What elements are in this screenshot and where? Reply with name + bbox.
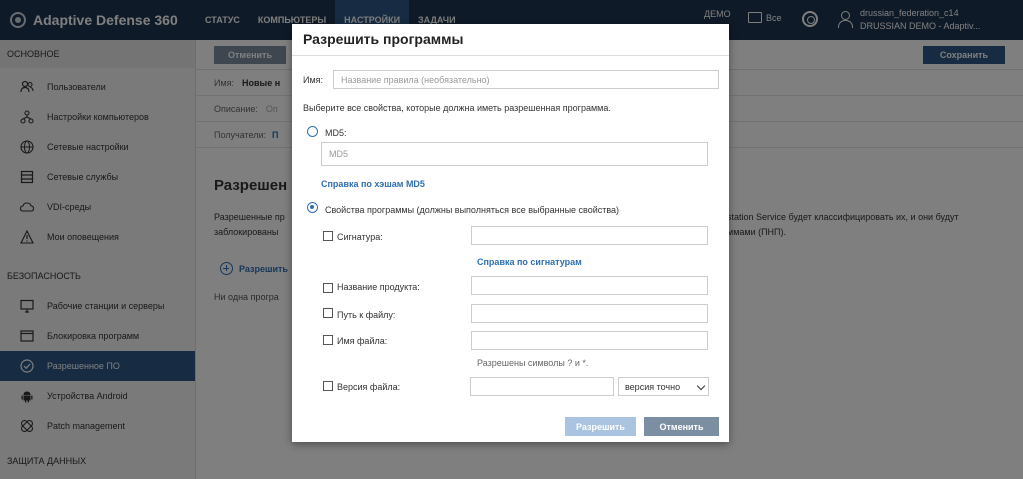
signature-checkbox[interactable] xyxy=(323,231,333,241)
allow-button[interactable]: Разрешить xyxy=(565,417,636,436)
instruction-text: Выберите все свойства, которые должна им… xyxy=(303,103,611,113)
dialog-cancel-button[interactable]: Отменить xyxy=(644,417,719,436)
file-version-input[interactable] xyxy=(470,377,614,396)
file-path-label: Путь к файлу: xyxy=(337,310,396,320)
file-path-checkbox[interactable] xyxy=(323,308,333,318)
product-name-input[interactable] xyxy=(471,276,708,295)
allow-programs-dialog: Разрешить программы Имя: Название правил… xyxy=(292,24,729,442)
dialog-divider xyxy=(292,55,729,56)
file-name-input[interactable] xyxy=(471,331,708,350)
program-properties-radio[interactable] xyxy=(307,202,318,213)
signature-label: Сигнатура: xyxy=(337,232,383,242)
file-name-checkbox[interactable] xyxy=(323,335,333,345)
product-name-checkbox[interactable] xyxy=(323,283,333,293)
file-name-label: Имя файла: xyxy=(337,336,388,346)
signature-input[interactable] xyxy=(471,226,708,245)
file-path-input[interactable] xyxy=(471,304,708,323)
md5-input[interactable]: MD5 xyxy=(321,142,708,166)
file-version-checkbox[interactable] xyxy=(323,381,333,391)
version-match-value: версия точно xyxy=(625,381,681,392)
signature-help-link[interactable]: Справка по сигнатурам xyxy=(477,257,582,267)
dialog-title: Разрешить программы xyxy=(303,31,464,47)
program-properties-label: Свойства программы (должны выполняться в… xyxy=(325,205,620,215)
md5-label: MD5: xyxy=(325,128,347,138)
rule-name-input[interactable]: Название правила (необязательно) xyxy=(333,70,719,89)
file-name-hint: Разрешены символы ? и *. xyxy=(477,358,589,368)
product-name-label: Название продукта: xyxy=(337,282,420,292)
md5-radio[interactable] xyxy=(307,126,318,137)
version-match-select[interactable]: версия точно xyxy=(618,377,709,396)
rule-name-label: Имя: xyxy=(303,75,324,85)
chevron-down-icon xyxy=(696,381,706,391)
md5-help-link[interactable]: Справка по хэшам MD5 xyxy=(321,179,425,189)
file-version-label: Версия файла: xyxy=(337,382,401,392)
